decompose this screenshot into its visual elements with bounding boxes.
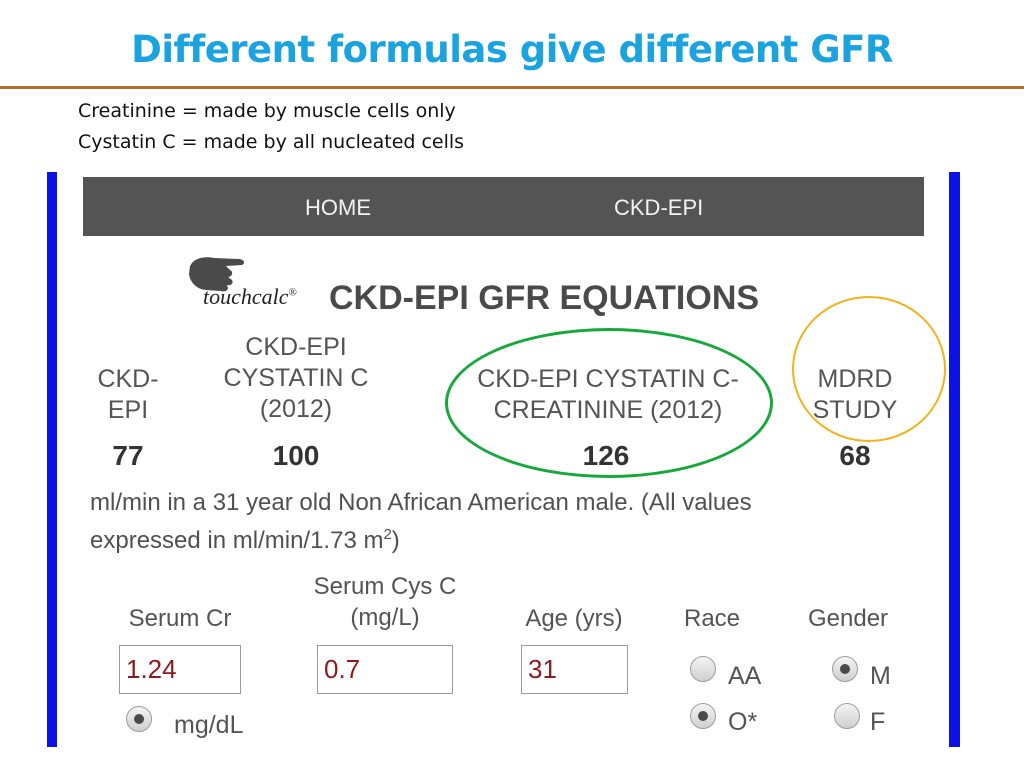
result-value-cystatin: 100 <box>272 440 320 471</box>
screenshot-frame-left <box>47 172 57 747</box>
gender-male-label: M <box>870 662 891 690</box>
screenshot-frame-right <box>949 172 960 747</box>
description-superscript: 2 <box>383 526 392 543</box>
race-other-label: O* <box>728 708 758 736</box>
brand-name: touchcalc <box>203 284 289 309</box>
description-close-paren: ) <box>391 527 400 554</box>
label-line: (2012) <box>259 395 333 423</box>
result-label-ckd-epi: CKD- EPI <box>86 364 170 426</box>
race-label: Race <box>684 605 741 632</box>
race-aa-label: AA <box>728 662 762 690</box>
label-line: CYSTATIN C <box>223 364 369 392</box>
result-value-mdrd: 68 <box>839 440 871 471</box>
units-mgdl-label: mg/dL <box>174 711 244 739</box>
note-creatinine: Creatinine = made by muscle cells only <box>78 100 456 122</box>
highlight-circle-gold <box>792 296 946 442</box>
label-line: CKD-EPI <box>245 333 347 361</box>
gender-label: Gender <box>808 605 889 632</box>
navbar: HOME CKD-EPI <box>83 177 924 236</box>
result-label-cystatin: CKD-EPI CYSTATIN C (2012) <box>210 332 382 425</box>
label-line: CKD- <box>97 365 159 393</box>
race-aa-radio[interactable] <box>690 656 716 682</box>
units-mgdl-radio[interactable] <box>126 706 152 732</box>
gender-female-radio[interactable] <box>834 703 860 729</box>
label-line: (mg/L) <box>350 604 420 631</box>
title-divider <box>0 86 1024 89</box>
race-other-radio[interactable] <box>690 703 716 729</box>
serum-cr-label: Serum Cr <box>128 605 232 632</box>
serum-cys-label: Serum Cys C (mg/L) <box>300 571 470 633</box>
age-input[interactable] <box>521 645 628 694</box>
description-line-1: ml/min in a 31 year old Non African Amer… <box>90 489 752 516</box>
touchcalc-logo: touchcalc® <box>203 284 297 310</box>
slide-title: Different formulas give different GFR <box>131 28 893 71</box>
age-label: Age (yrs) <box>525 605 623 632</box>
label-line: EPI <box>107 396 149 424</box>
description-line-2: expressed in ml/min/1.73 m2) <box>90 522 890 560</box>
description-text: expressed in ml/min/1.73 m <box>90 527 384 554</box>
nav-ckd-epi-link[interactable]: CKD-EPI <box>614 195 703 221</box>
brand-registered-mark: ® <box>288 286 297 299</box>
result-description: ml/min in a 31 year old Non African Amer… <box>90 484 890 560</box>
label-line: Serum Cys C <box>313 573 457 600</box>
nav-home-link[interactable]: HOME <box>305 195 371 221</box>
gender-female-label: F <box>870 708 886 736</box>
gender-male-radio[interactable] <box>832 656 858 682</box>
highlight-ellipse-green <box>445 328 773 478</box>
serum-cr-input[interactable] <box>119 645 241 694</box>
result-value-ckd-epi: 77 <box>112 440 144 471</box>
serum-cys-input[interactable] <box>317 645 453 694</box>
app-title: CKD-EPI GFR EQUATIONS <box>329 279 760 317</box>
note-cystatin: Cystatin C = made by all nucleated cells <box>78 131 465 153</box>
